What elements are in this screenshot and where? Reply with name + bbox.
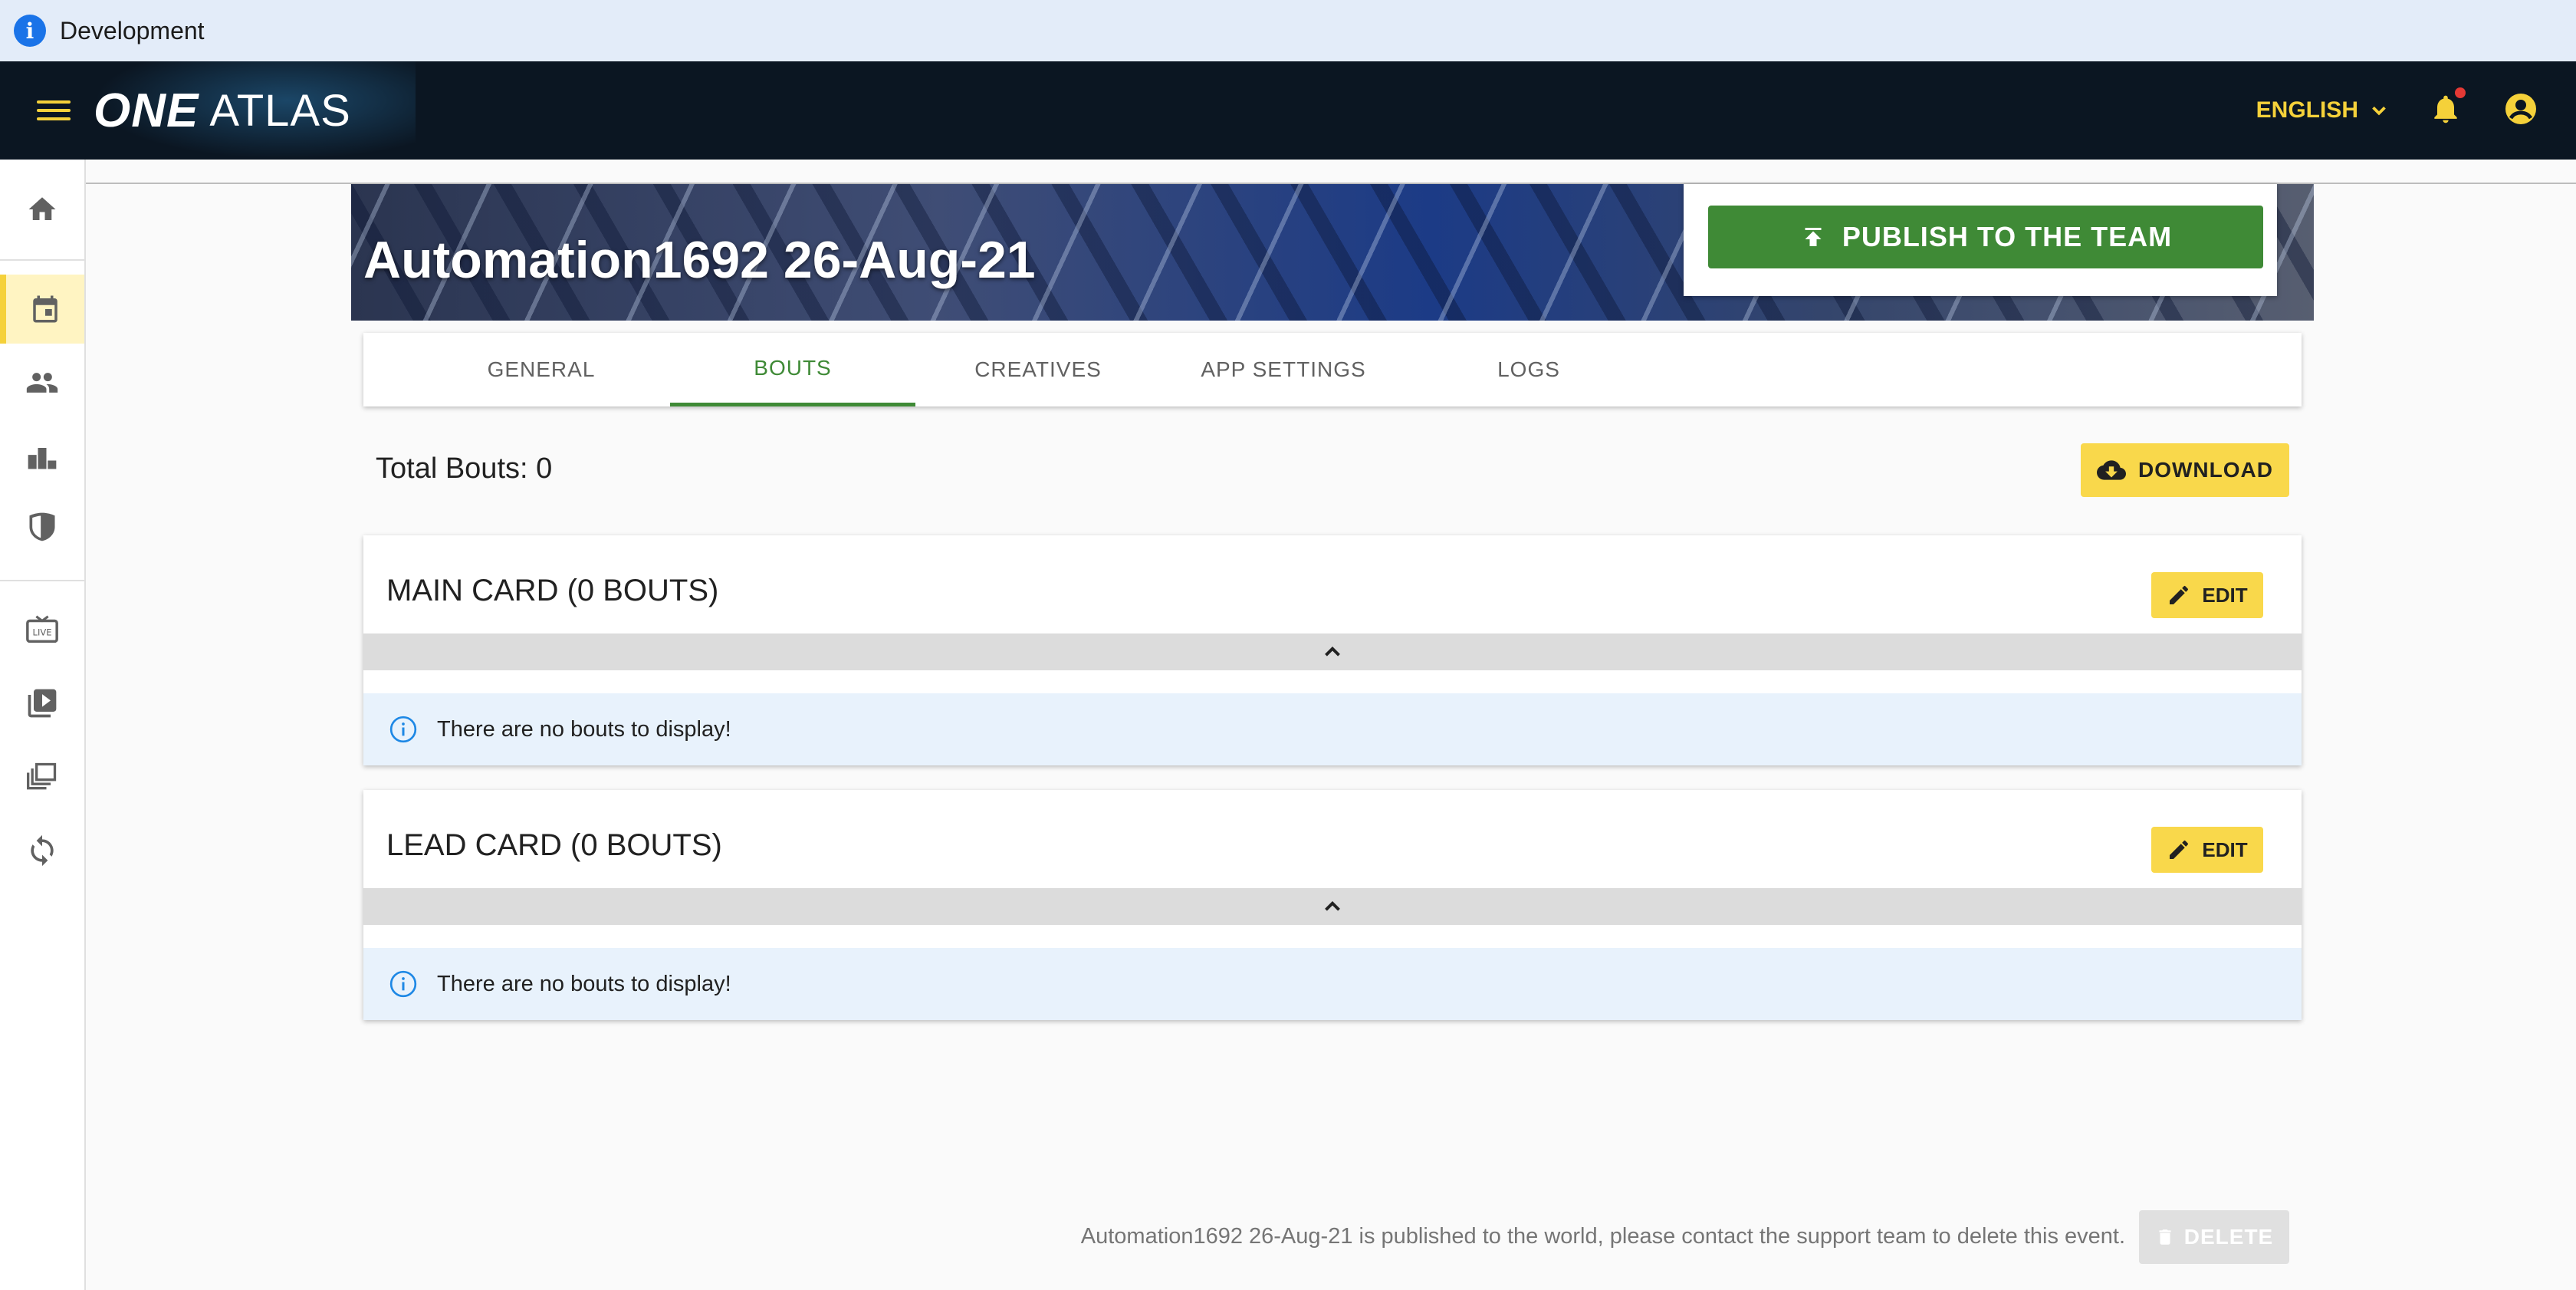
info-outline-icon	[389, 716, 417, 743]
event-title: Automation1692 26-Aug-21	[363, 231, 1036, 289]
nav-live[interactable]: LIVE	[0, 595, 84, 664]
publish-to-team-button[interactable]: PUBLISH TO THE TEAM	[1708, 206, 2263, 268]
nav-fighters[interactable]	[0, 348, 84, 417]
library-copy-icon	[27, 762, 57, 790]
empty-bouts-text: There are no bouts to display!	[437, 716, 731, 742]
edit-main-card-button[interactable]: EDIT	[2151, 572, 2263, 618]
nav-rankings[interactable]	[0, 422, 84, 491]
pencil-icon	[2170, 840, 2189, 859]
account-button[interactable]	[2502, 90, 2539, 131]
top-app-bar: ONE ATLAS ENGLISH	[0, 61, 2576, 160]
publish-icon	[1805, 228, 1822, 246]
language-label: ENGLISH	[2256, 97, 2358, 123]
shield-icon	[29, 512, 55, 541]
logo-atlas-text: ATLAS	[209, 85, 351, 136]
nav-sync[interactable]	[0, 816, 84, 885]
rail-divider	[0, 580, 84, 581]
empty-bouts-alert: There are no bouts to display!	[363, 693, 2302, 765]
notification-dot	[2455, 87, 2466, 98]
empty-bouts-text: There are no bouts to display!	[437, 971, 731, 996]
svg-text:LIVE: LIVE	[33, 627, 52, 638]
nav-videos[interactable]	[0, 669, 84, 738]
publish-panel: PUBLISH TO THE TEAM	[1684, 184, 2277, 296]
lead-card-section: LEAD CARD (0 BOUTS) EDIT There are no bo…	[363, 790, 2302, 1020]
menu-icon[interactable]	[37, 94, 71, 127]
total-bouts-label: Total Bouts: 0	[376, 452, 553, 485]
card-title: LEAD CARD (0 BOUTS)	[386, 828, 722, 862]
account-circle-icon	[2505, 93, 2536, 124]
one-atlas-logo[interactable]: ONE ATLAS	[94, 61, 416, 160]
environment-label: Development	[60, 16, 205, 44]
nav-library[interactable]	[0, 742, 84, 811]
people-icon	[26, 373, 58, 393]
cloud-download-icon	[2097, 460, 2126, 480]
chevron-down-icon	[2372, 106, 2386, 116]
nav-home[interactable]	[0, 175, 84, 244]
info-outline-icon	[389, 970, 417, 998]
tab-general[interactable]: GENERAL	[419, 333, 664, 406]
edit-lead-card-button[interactable]: EDIT	[2151, 827, 2263, 873]
rail-divider	[0, 259, 84, 261]
delete-event-button[interactable]: DELETE	[2139, 1210, 2289, 1264]
download-label: DOWNLOAD	[2138, 458, 2273, 482]
pencil-icon	[2170, 585, 2189, 604]
tab-app-settings[interactable]: APP SETTINGS	[1161, 333, 1406, 406]
calendar-icon	[33, 295, 58, 323]
info-icon: i	[14, 15, 46, 47]
empty-bouts-alert: There are no bouts to display!	[363, 948, 2302, 1020]
live-tv-icon: LIVE	[26, 615, 58, 643]
video-library-icon	[28, 689, 57, 718]
environment-banner: i Development	[0, 0, 2576, 61]
tab-creatives[interactable]: CREATIVES	[915, 333, 1161, 406]
download-button[interactable]: DOWNLOAD	[2081, 443, 2289, 497]
collapse-toggle[interactable]	[363, 888, 2302, 925]
nav-events[interactable]	[0, 275, 84, 344]
notifications-button[interactable]	[2429, 87, 2466, 130]
chevron-up-icon	[1325, 646, 1340, 657]
chevron-up-icon	[1325, 900, 1340, 911]
nav-teams[interactable]	[0, 492, 84, 561]
tab-logs[interactable]: LOGS	[1406, 333, 1651, 406]
tab-bouts[interactable]: BOUTS	[670, 333, 915, 406]
edit-label: EDIT	[2202, 838, 2248, 861]
event-tabs: GENERAL BOUTS CREATIVES APP SETTINGS LOG…	[363, 333, 2302, 406]
collapse-toggle[interactable]	[363, 633, 2302, 670]
main-card-section: MAIN CARD (0 BOUTS) EDIT There are no bo…	[363, 535, 2302, 765]
logo-one-text: ONE	[94, 84, 199, 137]
delete-restriction-note: Automation1692 26-Aug-21 is published to…	[1080, 1224, 2125, 1249]
card-title: MAIN CARD (0 BOUTS)	[386, 574, 719, 607]
home-icon	[28, 197, 56, 220]
language-select[interactable]: ENGLISH	[2256, 97, 2390, 123]
sync-icon	[31, 834, 54, 867]
delete-label: DELETE	[2183, 1225, 2274, 1249]
podium-icon	[28, 448, 57, 469]
side-navigation-rail: LIVE	[0, 160, 86, 1290]
trash-icon	[2159, 1229, 2171, 1245]
edit-label: EDIT	[2202, 583, 2248, 607]
publish-label: PUBLISH TO THE TEAM	[1842, 221, 2173, 252]
